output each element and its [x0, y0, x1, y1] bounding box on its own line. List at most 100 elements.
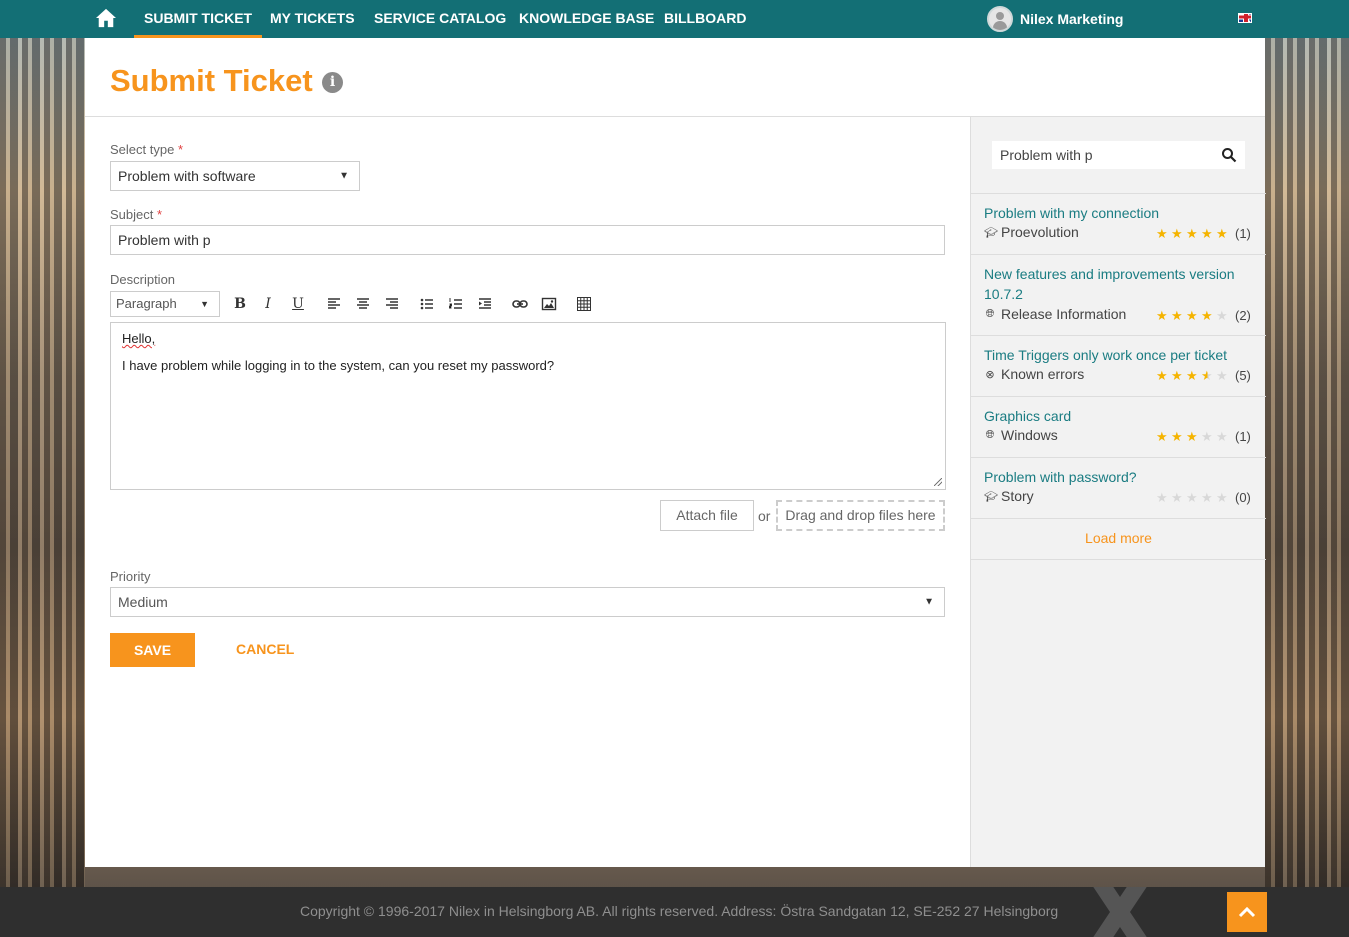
dropdown-caret-icon: ▼ [339, 170, 349, 182]
search-icon[interactable] [1221, 147, 1237, 163]
suggestion-category: 🌐︎ Windows [984, 427, 1058, 443]
suggestion-item[interactable]: Graphics card 🌐︎ Windows ★ ★ ★ ★ ★ (1) [971, 396, 1266, 457]
rating-count: (2) [1235, 308, 1251, 323]
divider [971, 518, 1266, 519]
star-icon: ★ [1201, 429, 1213, 444]
nav-service-catalog[interactable]: SERVICE CATALOG [374, 0, 506, 38]
paragraph-format-value: Paragraph [116, 296, 177, 311]
star-icon: ★ [1216, 226, 1228, 241]
suggestion-item[interactable]: Time Triggers only work once per ticket … [971, 335, 1266, 396]
home-icon[interactable] [95, 8, 117, 28]
copyright-text: Copyright © 1996-2017 Nilex in Helsingbo… [300, 903, 1059, 919]
subject-input[interactable]: Problem with p [110, 225, 945, 255]
align-left-icon[interactable] [324, 294, 344, 314]
cancel-button[interactable]: CANCEL [236, 641, 294, 657]
description-label: Description [110, 272, 176, 287]
priority-value: Medium [118, 594, 168, 610]
resize-handle-icon[interactable] [934, 478, 942, 486]
star-icon: ★ [1156, 308, 1168, 323]
circle-x-icon: ⊗ [985, 368, 995, 381]
align-center-icon[interactable] [353, 294, 373, 314]
star-icon: ★ [1156, 429, 1168, 444]
category-label: Release Information [1001, 306, 1127, 322]
suggestion-item[interactable]: Problem with my connection 🎓︎ Proevoluti… [971, 193, 1266, 254]
star-icon: ★ [1171, 429, 1183, 444]
italic-button[interactable]: I [258, 294, 278, 314]
star-icon: ★ [1156, 490, 1168, 505]
star-icon: ★ [1171, 368, 1183, 383]
description-line-1: Hello, [122, 331, 156, 346]
indent-icon[interactable] [475, 294, 495, 314]
category-label: Story [1001, 488, 1034, 504]
search-value: Problem with p [1000, 147, 1093, 163]
suggestion-search-input[interactable]: Problem with p [992, 141, 1245, 169]
nav-my-tickets[interactable]: MY TICKETS [270, 0, 355, 38]
suggestion-title[interactable]: Graphics card [984, 406, 1249, 426]
globe-icon: 🌐︎ [985, 307, 995, 320]
rating-stars: ★ ★ ★ ★ ★ [1156, 429, 1229, 445]
description-editor[interactable]: Hello, I have problem while logging in t… [110, 322, 946, 490]
ticket-type-select[interactable]: Problem with software ▼ [110, 161, 360, 191]
file-drop-zone[interactable]: Drag and drop files here [776, 500, 945, 531]
suggestion-item[interactable]: Problem with password? 🎓︎ Story ★ ★ ★ ★ ★ (0… [971, 457, 1266, 518]
rating-stars: ★ ★ ★ ★ ★ [1156, 308, 1229, 324]
image-icon[interactable] [539, 294, 559, 314]
suggestion-title[interactable]: Time Triggers only work once per ticket [984, 345, 1249, 365]
underline-button[interactable]: U [288, 294, 308, 314]
star-icon: ★ [1201, 368, 1213, 383]
or-label: or [758, 508, 771, 524]
bold-button[interactable]: B [230, 294, 250, 314]
link-icon[interactable] [510, 294, 530, 314]
suggestions-sidebar: Problem with p Problem with my connectio… [970, 117, 1266, 867]
category-label: Windows [1001, 427, 1058, 443]
star-icon: ★ [1186, 368, 1198, 383]
uk-flag-icon[interactable] [1238, 13, 1252, 23]
star-icon: ★ [1216, 308, 1228, 323]
rating-count: (1) [1235, 226, 1251, 241]
star-icon: ★ [1216, 368, 1228, 383]
priority-select[interactable]: Medium ▼ [110, 587, 945, 617]
chevron-up-icon [1238, 906, 1256, 918]
nav-knowledge-base[interactable]: KNOWLEDGE BASE [519, 0, 654, 38]
star-icon: ★ [1216, 429, 1228, 444]
star-icon: ★ [1186, 226, 1198, 241]
load-more-link[interactable]: Load more [971, 530, 1266, 546]
user-menu[interactable]: Nilex Marketing [987, 5, 1123, 33]
table-icon[interactable] [574, 294, 594, 314]
ticket-type-value: Problem with software [118, 168, 256, 184]
star-icon: ★ [1186, 429, 1198, 444]
star-icon: ★ [1216, 490, 1228, 505]
star-icon: ★ [1186, 490, 1198, 505]
star-icon: ★ [1201, 226, 1213, 241]
background-city-image-right [1265, 38, 1349, 887]
star-icon: ★ [1201, 490, 1213, 505]
info-icon[interactable]: i [322, 72, 343, 93]
star-icon: ★ [1156, 226, 1168, 241]
suggestion-category: 🎓︎ Story [984, 488, 1034, 504]
rating-stars: ★ ★ ★ ★ ★ [1156, 226, 1229, 242]
nav-billboard[interactable]: BILLBOARD [664, 0, 746, 38]
avatar [987, 6, 1013, 32]
suggestion-item[interactable]: New features and improvements version 10… [971, 254, 1266, 335]
bullet-list-icon[interactable] [417, 294, 437, 314]
suggestion-title[interactable]: Problem with password? [984, 467, 1249, 487]
suggestion-category: 🌐︎ Release Information [984, 306, 1127, 322]
nav-submit-ticket[interactable]: SUBMIT TICKET [134, 0, 263, 38]
attach-file-button[interactable]: Attach file [660, 500, 754, 531]
suggestion-category: 🎓︎ Proevolution [984, 224, 1079, 240]
star-icon: ★ [1186, 308, 1198, 323]
scroll-to-top-button[interactable] [1227, 892, 1267, 932]
rating-count: (0) [1235, 490, 1251, 505]
rating-count: (1) [1235, 429, 1251, 444]
save-button[interactable]: SAVE [110, 633, 195, 667]
dropdown-caret-icon: ▼ [924, 596, 934, 608]
align-right-icon[interactable] [382, 294, 402, 314]
category-label: Known errors [1001, 366, 1085, 382]
paragraph-format-select[interactable]: Paragraph ▼ [110, 291, 220, 317]
user-name: Nilex Marketing [1020, 11, 1124, 27]
nilex-logo-mark-icon [1093, 887, 1147, 937]
numbered-list-icon[interactable] [446, 294, 466, 314]
page-header: Submit Ticket i [85, 38, 1265, 117]
suggestion-title[interactable]: New features and improvements version 10… [984, 264, 1249, 304]
suggestion-title[interactable]: Problem with my connection [984, 203, 1249, 223]
